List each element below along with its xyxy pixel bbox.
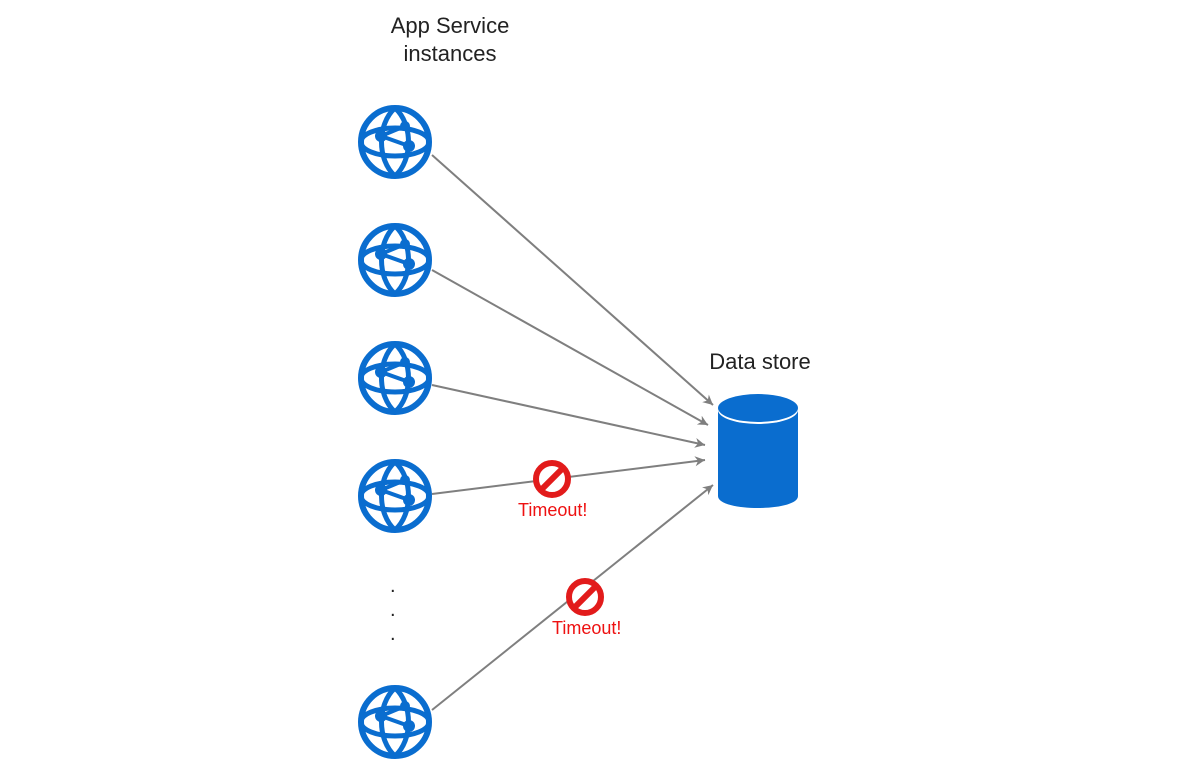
ellipsis-icon: ... [390,574,396,646]
timeout-label-1: Timeout! [518,500,587,521]
app-service-instance-icon [361,108,429,176]
app-service-label: App Service instances [360,12,540,67]
prohibit-icon [569,581,601,613]
timeout-label-2: Timeout! [552,618,621,639]
arrow-inst2 [432,270,708,425]
app-service-instance-icon [361,344,429,412]
app-service-instance-icon [361,688,429,756]
arrow-inst1 [432,155,713,405]
prohibit-icon [536,463,568,495]
diagram-stage: App Service instances Data store Timeout… [0,0,1200,774]
data-store-icon [718,394,798,508]
diagram-svg [0,0,1200,774]
arrow-inst3 [432,385,705,445]
app-service-instance-icon [361,462,429,530]
app-service-instance-icon [361,226,429,294]
data-store-label: Data store [700,348,820,376]
